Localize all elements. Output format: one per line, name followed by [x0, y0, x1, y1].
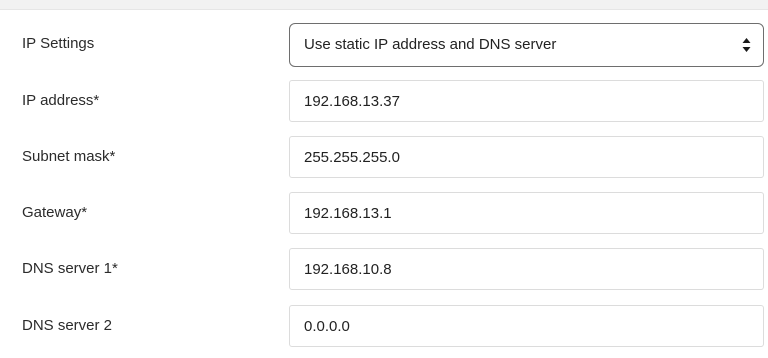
dns-server-1-row: DNS server 1*	[0, 248, 768, 290]
subnet-mask-field[interactable]	[289, 136, 764, 178]
ip-settings-selected-value: Use static IP address and DNS server	[304, 36, 557, 53]
up-down-chevron-icon	[742, 38, 751, 52]
gateway-label: Gateway*	[22, 204, 88, 221]
ip-address-field[interactable]	[289, 80, 764, 122]
dns-server-1-label: DNS server 1*	[22, 260, 118, 277]
ip-settings-select[interactable]: Use static IP address and DNS server	[289, 23, 764, 67]
dns-server-2-label: DNS server 2	[22, 317, 113, 334]
dns-server-1-field[interactable]	[289, 248, 764, 290]
ip-address-label: IP address*	[22, 92, 100, 109]
ip-settings-panel: IP Settings Use static IP address and DN…	[0, 9, 768, 358]
ip-settings-row: IP Settings Use static IP address and DN…	[0, 23, 768, 67]
ip-settings-label: IP Settings	[22, 35, 95, 52]
dns-server-2-field[interactable]	[289, 305, 764, 347]
gateway-row: Gateway*	[0, 192, 768, 234]
ip-address-row: IP address*	[0, 80, 768, 122]
gateway-field[interactable]	[289, 192, 764, 234]
subnet-mask-row: Subnet mask*	[0, 136, 768, 178]
dns-server-2-row: DNS server 2	[0, 305, 768, 347]
subnet-mask-label: Subnet mask*	[22, 148, 116, 165]
